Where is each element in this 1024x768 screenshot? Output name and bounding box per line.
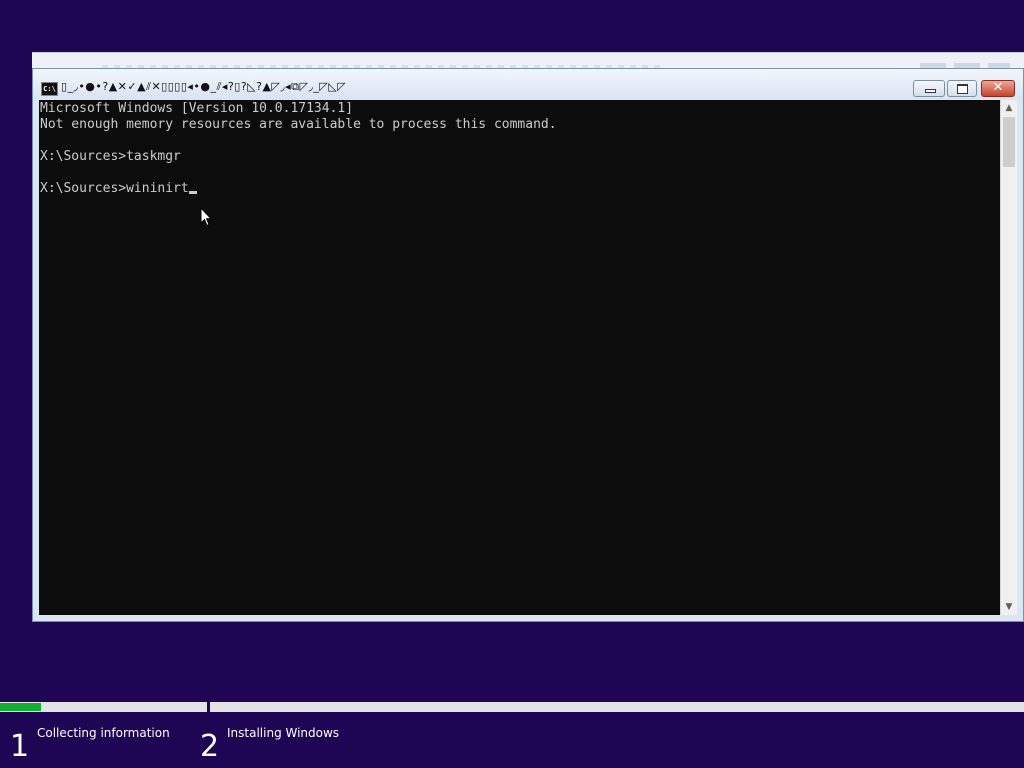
step-1-number: 1	[10, 729, 30, 764]
close-button[interactable]: ✕	[981, 80, 1015, 97]
console-line: Not enough memory resources are availabl…	[40, 117, 557, 132]
console-line: X:\Sources>taskmgr	[40, 149, 181, 164]
scroll-down-icon[interactable]: ▼	[1001, 599, 1017, 615]
progress-step-divider	[207, 702, 210, 712]
console-input-line[interactable]: X:\Sources>wininirt	[40, 181, 1000, 197]
console-prompt-input[interactable]: X:\Sources>wininirt	[40, 181, 189, 196]
mouse-pointer-icon	[200, 207, 212, 227]
text-cursor	[188, 191, 197, 194]
console-output[interactable]: Microsoft Windows [Version 10.0.17134.1]…	[39, 100, 1000, 615]
maximize-icon	[957, 84, 968, 94]
console-line: Microsoft Windows [Version 10.0.17134.1]	[40, 101, 354, 116]
close-icon: ✕	[992, 80, 1004, 95]
command-prompt-window[interactable]: C:\ ▯_◞•●•?▲✕✓▲⫽✕▯▯▯▯◂•●_⫽◂?▯?◺?▲◸◞◂⧉◸◞_…	[32, 68, 1024, 622]
setup-progress-fill	[0, 703, 41, 711]
scroll-up-icon[interactable]: ▲	[1001, 100, 1017, 116]
scrollbar-thumb[interactable]	[1003, 117, 1015, 167]
vertical-scrollbar[interactable]: ▲ ▼	[1000, 100, 1017, 615]
window-title: ▯_◞•●•?▲✕✓▲⫽✕▯▯▯▯◂•●_⫽◂?▯?◺?▲◸◞◂⧉◸◞_◸◺◸	[61, 80, 347, 93]
title-bar[interactable]: C:\ ▯_◞•●•?▲✕✓▲⫽✕▯▯▯▯◂•●_⫽◂?▯?◺?▲◸◞◂⧉◸◞_…	[33, 69, 1023, 99]
step-1-label: Collecting information	[37, 726, 170, 740]
minimize-button[interactable]	[913, 80, 945, 97]
minimize-icon	[925, 89, 936, 93]
background-setup-window	[32, 52, 1024, 69]
console-app-icon[interactable]: C:\	[41, 82, 58, 96]
setup-progress-bar	[0, 702, 1024, 712]
step-2-number: 2	[200, 729, 220, 764]
maximize-button[interactable]	[947, 80, 977, 97]
step-2-label: Installing Windows	[227, 726, 340, 740]
